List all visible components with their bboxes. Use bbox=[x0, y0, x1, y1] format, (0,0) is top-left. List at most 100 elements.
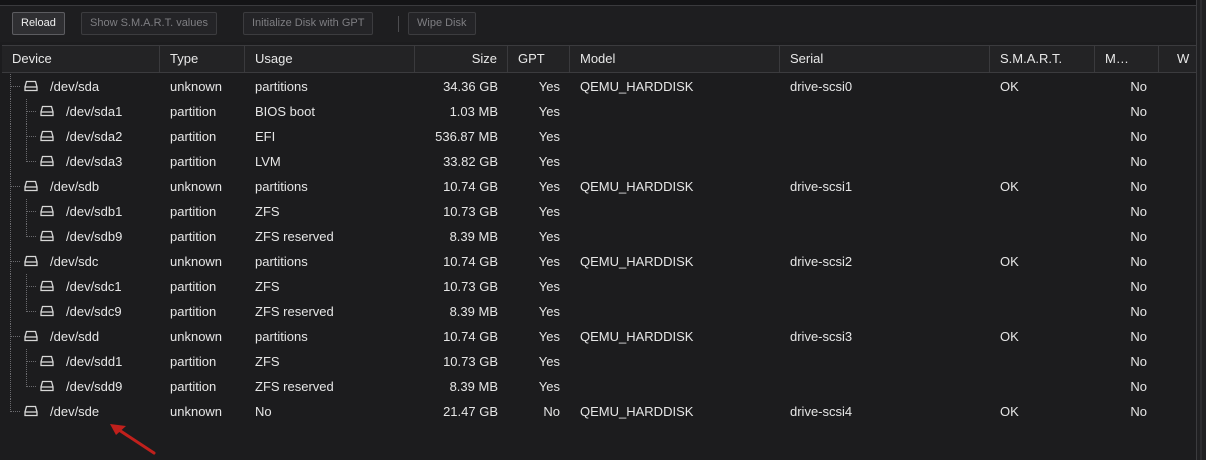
tree-line bbox=[10, 124, 11, 149]
tree-line bbox=[26, 136, 36, 137]
column-header-gpt[interactable]: GPT bbox=[508, 46, 570, 72]
mounted-cell: No bbox=[1130, 154, 1147, 169]
smart-cell: OK bbox=[1000, 79, 1019, 94]
smart-cell bbox=[1000, 149, 1095, 174]
table-row[interactable]: /dev/sdb unknown partitions 10.74 GB Yes QEMU… bbox=[2, 174, 1196, 199]
mounted-cell: No bbox=[1130, 354, 1147, 369]
gpt-cell: No bbox=[543, 404, 560, 419]
table-row[interactable]: /dev/sdd9 partition ZFS reserved 8.39 MB Yes… bbox=[2, 374, 1196, 399]
column-header-mounted[interactable]: M… bbox=[1095, 46, 1159, 72]
tree-line bbox=[10, 149, 11, 174]
initialize-gpt-button[interactable]: Initialize Disk with GPT bbox=[243, 12, 374, 35]
serial-cell bbox=[790, 124, 990, 149]
grid-header: Device Type Usage Size GPT Model Serial … bbox=[2, 45, 1196, 73]
column-header-device[interactable]: Device bbox=[2, 46, 160, 72]
table-row[interactable]: /dev/sda3 partition LVM 33.82 GB Yes No bbox=[2, 149, 1196, 174]
reload-button[interactable]: Reload bbox=[12, 12, 65, 35]
column-header-model[interactable]: Model bbox=[570, 46, 780, 72]
column-header-size[interactable]: Size bbox=[415, 46, 508, 72]
column-header-serial[interactable]: Serial bbox=[780, 46, 990, 72]
column-header-wearout[interactable]: W bbox=[1159, 46, 1196, 72]
tree-line bbox=[10, 186, 20, 187]
size-cell: 1.03 MB bbox=[449, 104, 498, 119]
hard-disk-icon bbox=[40, 305, 54, 317]
serial-cell: drive-scsi2 bbox=[790, 254, 853, 269]
model-cell bbox=[580, 299, 780, 324]
smart-cell: OK bbox=[1000, 254, 1019, 269]
gpt-cell: Yes bbox=[538, 254, 560, 269]
type-cell: partition bbox=[170, 204, 217, 219]
table-row[interactable]: /dev/sdb9 partition ZFS reserved 8.39 MB Yes… bbox=[2, 224, 1196, 249]
tree-line bbox=[26, 386, 36, 387]
serial-cell bbox=[790, 299, 990, 324]
hard-disk-icon bbox=[40, 205, 54, 217]
table-row[interactable]: /dev/sdc9 partition ZFS reserved 8.39 MB Yes… bbox=[2, 299, 1196, 324]
tree-line bbox=[10, 86, 20, 87]
mounted-cell: No bbox=[1130, 204, 1147, 219]
disk-grid: Device Type Usage Size GPT Model Serial … bbox=[2, 45, 1196, 460]
device-name: /dev/sdc1 bbox=[66, 279, 122, 294]
hard-disk-icon bbox=[24, 80, 38, 92]
table-row[interactable]: /dev/sdd1 partition ZFS 10.73 GB Yes No bbox=[2, 349, 1196, 374]
model-cell: QEMU_HARDDISK bbox=[580, 329, 694, 344]
column-header-usage[interactable]: Usage bbox=[245, 46, 415, 72]
table-row[interactable]: /dev/sdc unknown partitions 10.74 GB Yes QEMU… bbox=[2, 249, 1196, 274]
usage-cell: ZFS reserved bbox=[255, 379, 334, 394]
serial-cell bbox=[790, 224, 990, 249]
device-name: /dev/sda1 bbox=[66, 104, 123, 119]
table-row[interactable]: /dev/sda1 partition BIOS boot 1.03 MB Yes No bbox=[2, 99, 1196, 124]
table-row[interactable]: /dev/sdc1 partition ZFS 10.73 GB Yes No bbox=[2, 274, 1196, 299]
tree-line bbox=[10, 199, 11, 224]
model-cell: QEMU_HARDDISK bbox=[580, 254, 694, 269]
size-cell: 8.39 MB bbox=[449, 229, 498, 244]
model-cell: QEMU_HARDDISK bbox=[580, 404, 694, 419]
type-cell: partition bbox=[170, 279, 217, 294]
hard-disk-icon bbox=[24, 180, 38, 192]
type-cell: unknown bbox=[170, 254, 223, 269]
gpt-cell: Yes bbox=[538, 279, 560, 294]
device-name: /dev/sda3 bbox=[66, 154, 123, 169]
device-name: /dev/sdb bbox=[50, 179, 100, 194]
gpt-cell: Yes bbox=[538, 304, 560, 319]
gpt-cell: Yes bbox=[538, 354, 560, 369]
model-cell bbox=[580, 224, 780, 249]
table-row[interactable]: /dev/sda unknown partitions 34.36 GB Yes QEMU… bbox=[2, 74, 1196, 99]
type-cell: partition bbox=[170, 379, 217, 394]
device-name: /dev/sdc bbox=[50, 254, 99, 269]
usage-cell: BIOS boot bbox=[255, 104, 315, 119]
table-row[interactable]: /dev/sde unknown No 21.47 GB No QEMU_HARDDISK… bbox=[2, 399, 1196, 424]
type-cell: partition bbox=[170, 129, 217, 144]
serial-cell: drive-scsi1 bbox=[790, 179, 853, 194]
model-cell bbox=[580, 149, 780, 174]
serial-cell bbox=[790, 374, 990, 399]
size-cell: 34.36 GB bbox=[443, 79, 498, 94]
mounted-cell: No bbox=[1130, 304, 1147, 319]
table-row[interactable]: /dev/sda2 partition EFI 536.87 MB Yes No bbox=[2, 124, 1196, 149]
gpt-cell: Yes bbox=[538, 104, 560, 119]
wipe-disk-button[interactable]: Wipe Disk bbox=[408, 12, 476, 35]
column-header-type[interactable]: Type bbox=[160, 46, 245, 72]
size-cell: 10.73 GB bbox=[443, 354, 498, 369]
tree-line bbox=[26, 361, 36, 362]
table-row[interactable]: /dev/sdd unknown partitions 10.74 GB Yes QEMU… bbox=[2, 324, 1196, 349]
table-row[interactable]: /dev/sdb1 partition ZFS 10.73 GB Yes No bbox=[2, 199, 1196, 224]
smart-cell bbox=[1000, 299, 1095, 324]
show-smart-button[interactable]: Show S.M.A.R.T. values bbox=[81, 12, 217, 35]
usage-cell: ZFS bbox=[255, 279, 280, 294]
tree-line bbox=[10, 224, 11, 249]
device-name: /dev/sdc9 bbox=[66, 304, 122, 319]
tree-line bbox=[10, 349, 11, 374]
grid-body: /dev/sda unknown partitions 34.36 GB Yes QEMU… bbox=[2, 74, 1196, 424]
usage-cell: ZFS reserved bbox=[255, 229, 334, 244]
gpt-cell: Yes bbox=[538, 204, 560, 219]
tree-line bbox=[10, 411, 20, 412]
mounted-cell: No bbox=[1130, 229, 1147, 244]
column-header-smart[interactable]: S.M.A.R.T. bbox=[990, 46, 1095, 72]
hard-disk-icon bbox=[24, 255, 38, 267]
model-cell bbox=[580, 274, 780, 299]
mounted-cell: No bbox=[1130, 279, 1147, 294]
tree-line bbox=[26, 311, 36, 312]
size-cell: 10.74 GB bbox=[443, 254, 498, 269]
size-cell: 8.39 MB bbox=[449, 304, 498, 319]
disks-panel: Reload Show S.M.A.R.T. values Initialize… bbox=[0, 0, 1196, 460]
